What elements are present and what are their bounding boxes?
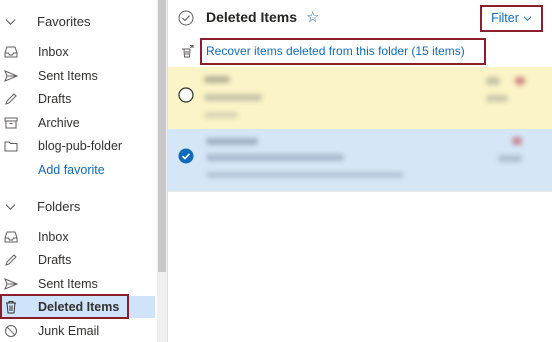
- sidebar-item-label: Archive: [38, 116, 80, 130]
- sidebar-item-label: Inbox: [38, 230, 69, 244]
- add-favorite-link[interactable]: Add favorite: [0, 159, 155, 181]
- sidebar-item-label: Drafts: [38, 92, 72, 106]
- filter-highlight-box: [480, 5, 543, 32]
- select-all-checkbox[interactable]: [178, 10, 194, 26]
- sidebar-item-folders-junk-email[interactable]: Junk Email: [0, 320, 155, 342]
- pencil-icon: [4, 253, 18, 267]
- sidebar-scrollbar-thumb[interactable]: [158, 0, 166, 272]
- blurred-sender: [206, 138, 258, 145]
- sidebar-item-favorites-archive[interactable]: Archive: [0, 112, 155, 134]
- sidebar-item-label: Sent Items: [38, 277, 98, 291]
- blurred-subject: [206, 154, 344, 161]
- blurred-flag: [515, 77, 525, 85]
- star-icon[interactable]: ☆: [306, 8, 319, 26]
- blurred-sender: [204, 76, 230, 83]
- add-favorite-label: Add favorite: [38, 163, 105, 177]
- sidebar-item-favorites-inbox[interactable]: Inbox: [0, 41, 155, 63]
- message-select-radio[interactable]: [178, 87, 194, 103]
- blurred-icon: [486, 77, 500, 85]
- sidebar-item-favorites-drafts[interactable]: Drafts: [0, 88, 155, 110]
- blurred-date: [498, 155, 522, 162]
- sidebar-item-folders-drafts[interactable]: Drafts: [0, 249, 155, 271]
- message-row[interactable]: [168, 67, 552, 129]
- folders-section-header[interactable]: Folders: [0, 195, 155, 217]
- recover-link-highlight-box: [200, 38, 486, 65]
- sidebar-item-label: Sent Items: [38, 69, 98, 83]
- sidebar-item-folders-sent-items[interactable]: Sent Items: [0, 273, 155, 295]
- chevron-down-icon[interactable]: [5, 201, 16, 212]
- sidebar-item-label: Inbox: [38, 45, 69, 59]
- sidebar-item-label: blog-pub-folder: [38, 139, 123, 153]
- inbox-icon: [4, 230, 18, 244]
- folders-heading: Folders: [37, 198, 81, 214]
- block-icon: [4, 324, 18, 338]
- list-divider: [168, 191, 552, 192]
- sidebar-item-favorites-sent-items[interactable]: Sent Items: [0, 65, 155, 87]
- sidebar-item-folders-inbox[interactable]: Inbox: [0, 226, 155, 248]
- deleted-items-highlight-box: [0, 294, 129, 319]
- blurred-date: [486, 95, 508, 102]
- blurred-preview: [206, 172, 404, 178]
- message-row[interactable]: [168, 129, 552, 191]
- sidebar-item-label: Junk Email: [38, 324, 100, 338]
- folder-icon: [4, 139, 18, 153]
- folder-pane: Favorites Inbox Sent Items Drafts Archiv…: [0, 0, 157, 342]
- send-icon: [4, 69, 18, 83]
- blurred-flag: [512, 137, 522, 145]
- blurred-subject: [204, 94, 262, 101]
- blurred-preview: [204, 112, 238, 118]
- pencil-icon: [4, 92, 18, 106]
- sidebar-item-label: Drafts: [38, 253, 72, 267]
- favorites-heading: Favorites: [37, 13, 91, 29]
- archive-icon: [4, 116, 18, 130]
- sidebar-item-favorites-blog-pub-folder[interactable]: blog-pub-folder: [0, 135, 155, 157]
- chevron-down-icon[interactable]: [5, 16, 16, 27]
- recycle-bin-icon: [182, 45, 194, 58]
- message-selected-check[interactable]: [178, 148, 194, 164]
- folder-title: Deleted Items: [206, 9, 298, 25]
- send-icon: [4, 277, 18, 291]
- sidebar-scrollbar[interactable]: [157, 0, 167, 342]
- inbox-icon: [4, 45, 18, 59]
- favorites-section-header[interactable]: Favorites: [0, 10, 155, 32]
- message-list-pane: Deleted Items ☆ Filter Recover items del…: [168, 0, 552, 342]
